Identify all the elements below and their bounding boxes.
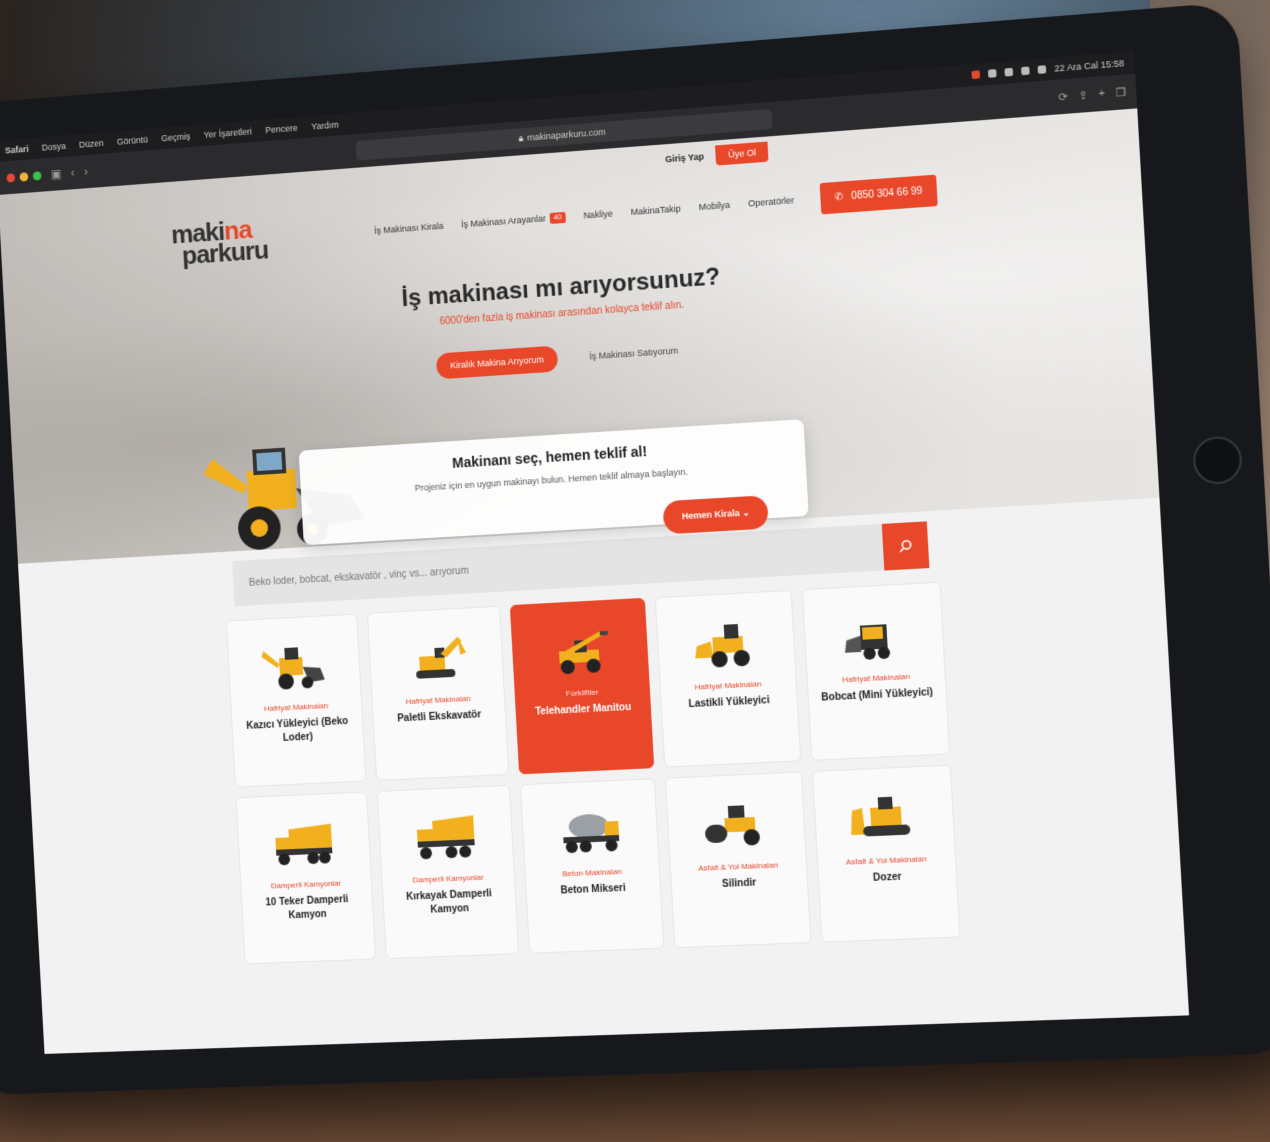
minimize-icon[interactable]: [19, 172, 28, 181]
category-label: Beton Makinaları: [562, 867, 622, 878]
category-label: Hafriyat Makinaları: [694, 679, 762, 691]
category-label: Damperli Kamyonlar: [412, 873, 484, 885]
category-label: Asfalt & Yol Makinaları: [698, 860, 779, 872]
category-card[interactable]: Damperli Kamyonlar 10 Teker Damperli Kam…: [236, 791, 377, 964]
category-label: Hafriyat Makinaları: [405, 694, 471, 706]
dump-truck-icon: [410, 809, 481, 864]
category-grid: Hafriyat Makinaları Kazıcı Yükleyici (Be…: [226, 582, 961, 965]
menu-item[interactable]: Safari: [5, 144, 29, 156]
rent-now-button[interactable]: Hemen Kirala ⌄: [663, 495, 769, 534]
nav-item-furniture[interactable]: Mobilya: [698, 200, 730, 212]
battery-icon[interactable]: [1004, 68, 1013, 77]
category-card[interactable]: Forkliftler Telehandler Manitou: [510, 598, 654, 775]
maximize-icon[interactable]: [33, 171, 42, 180]
search-icon[interactable]: [1037, 65, 1046, 74]
category-card[interactable]: Beton Makinaları Beton Mikseri: [520, 778, 665, 954]
tabs-overview-icon[interactable]: ❐: [1115, 85, 1126, 99]
tablet-screen: Safari Dosya Düzen Görüntü Geçmiş Yer İş…: [0, 51, 1189, 1054]
login-link[interactable]: Giriş Yap: [665, 151, 705, 164]
bulldozer-icon: [847, 789, 921, 845]
signup-button[interactable]: Üye Ol: [716, 142, 769, 166]
menubar-clock[interactable]: 22 Ara Cal 15:58: [1054, 58, 1124, 74]
backhoe-loader-icon: [259, 638, 329, 693]
share-icon[interactable]: ⇪: [1078, 88, 1088, 102]
telehandler-icon: [544, 623, 616, 679]
machine-name: Telehandler Manitou: [527, 701, 639, 720]
new-tab-icon[interactable]: +: [1098, 87, 1105, 101]
sidebar-icon[interactable]: ▣: [50, 167, 61, 181]
phone-number: 0850 304 66 99: [851, 185, 923, 201]
tray-icon[interactable]: [971, 70, 980, 79]
back-icon[interactable]: ‹: [71, 166, 76, 180]
menu-item[interactable]: Pencere: [265, 123, 298, 135]
tab-sell[interactable]: İş Makinası Satıyorum: [575, 337, 693, 371]
nav-item-tracking[interactable]: MakinaTakip: [630, 203, 681, 217]
count-badge: 40: [550, 211, 566, 223]
lock-icon: 🔒︎: [518, 133, 523, 144]
category-card[interactable]: Damperli Kamyonlar Kırkayak Damperli Kam…: [377, 785, 520, 959]
category-card[interactable]: Hafriyat Makinaları Paletli Ekskavatör: [367, 606, 509, 781]
machine-name: Bobcat (Mini Yükleyici): [813, 686, 942, 706]
category-label: Forkliftler: [566, 688, 599, 699]
url-text: makinaparkuru.com: [527, 127, 606, 143]
search-icon: [898, 538, 913, 553]
machine-name: Lastikli Yükleyici: [680, 694, 778, 713]
category-label: Damperli Kamyonlar: [271, 879, 342, 891]
nav-item-rent[interactable]: İş Makinası Kirala: [374, 221, 444, 236]
skid-steer-icon: [837, 607, 911, 663]
nav-item-transport[interactable]: Nakliye: [583, 208, 613, 220]
concrete-mixer-icon: [554, 803, 626, 858]
machine-name: Dozer: [865, 870, 911, 886]
tab-rent[interactable]: Kiralık Makina Arıyorum: [436, 346, 559, 380]
category-card[interactable]: Hafriyat Makinaları Lastikli Yükleyici: [655, 590, 801, 768]
close-icon[interactable]: [6, 173, 15, 182]
road-roller-icon: [699, 796, 772, 851]
excavator-icon: [400, 630, 471, 685]
machine-name: 10 Teker Damperli Kamyon: [242, 892, 373, 925]
logo-text: parkuru: [181, 237, 288, 266]
category-label: Hafriyat Makinaları: [842, 672, 911, 685]
tablet-device: Safari Dosya Düzen Görüntü Geçmiş Yer İş…: [0, 2, 1270, 1096]
wheel-loader-icon: [689, 615, 762, 671]
menu-item[interactable]: Dosya: [42, 141, 67, 153]
machine-name: Kazıcı Yükleyici (Beko Loder): [232, 714, 363, 748]
category-card[interactable]: Asfalt & Yol Makinaları Dozer: [812, 765, 961, 943]
menu-item[interactable]: Görüntü: [117, 135, 148, 147]
category-card[interactable]: Asfalt & Yol Makinaları Silindir: [665, 771, 812, 948]
home-button[interactable]: [1192, 435, 1243, 485]
forward-icon[interactable]: ›: [84, 165, 89, 179]
tray-icon[interactable]: [988, 69, 997, 78]
window-controls: [6, 171, 41, 182]
category-card[interactable]: Hafriyat Makinaları Kazıcı Yükleyici (Be…: [226, 613, 367, 787]
machine-name: Silindir: [714, 876, 765, 892]
wifi-icon[interactable]: [1021, 66, 1030, 75]
machine-name: Kırkayak Damperli Kamyon: [383, 886, 516, 919]
nav-item-seekers[interactable]: İş Makinası Arayanlar 40: [461, 211, 566, 230]
search-button[interactable]: [882, 521, 930, 570]
menu-item[interactable]: Yer İşaretleri: [203, 126, 252, 140]
menu-item[interactable]: Düzen: [79, 138, 104, 150]
dump-truck-icon: [268, 816, 338, 870]
site-logo[interactable]: makina parkuru: [171, 215, 289, 267]
nav-item-operators[interactable]: Operatörler: [748, 195, 795, 208]
category-label: Asfalt & Yol Makinaları: [846, 854, 928, 866]
menu-item[interactable]: Geçmiş: [161, 131, 191, 143]
machine-name: Paletli Ekskavatör: [389, 708, 489, 727]
main-nav: İş Makinası Kirala İş Makinası Arayanlar…: [373, 174, 937, 246]
phone-button[interactable]: ✆ 0850 304 66 99: [820, 174, 938, 214]
menu-item[interactable]: Yardım: [311, 120, 339, 132]
phone-icon: ✆: [834, 191, 843, 203]
machine-name: Beton Mikseri: [552, 882, 634, 899]
category-label: Hafriyat Makinaları: [264, 701, 329, 713]
reload-icon[interactable]: ⟳: [1058, 90, 1068, 104]
category-card[interactable]: Hafriyat Makinaları Bobcat (Mini Yükleyi…: [802, 582, 951, 761]
